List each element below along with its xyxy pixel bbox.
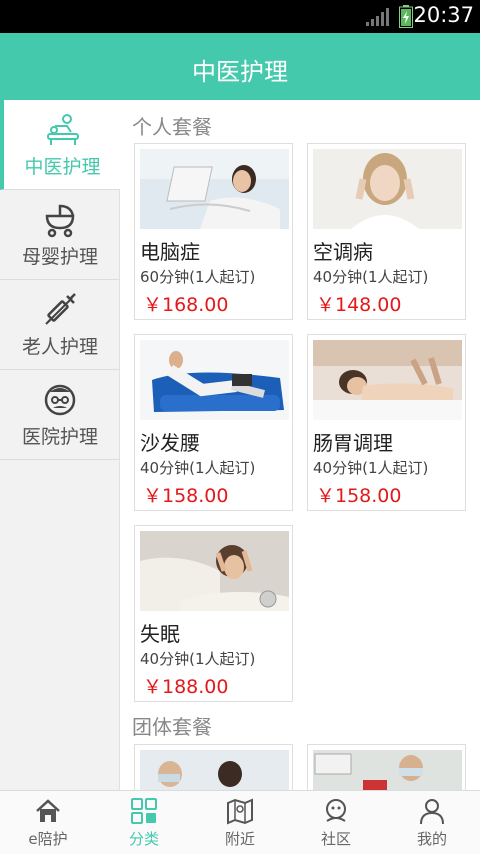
tab-label: e陪护 — [28, 830, 68, 848]
package-duration: 60分钟(1人起订) — [140, 268, 256, 286]
tab-home[interactable]: e陪护 — [0, 791, 96, 855]
page-title: 中医护理 — [192, 58, 288, 86]
grid-icon — [131, 798, 157, 824]
package-duration: 40分钟(1人起订) — [140, 459, 256, 477]
section-title-personal: 个人套餐 — [132, 115, 212, 139]
package-name: 沙发腰 — [140, 431, 200, 455]
tab-community[interactable]: 社区 — [288, 791, 384, 855]
massage-icon — [46, 114, 79, 145]
group-package-card[interactable] — [134, 744, 293, 790]
package-photo — [140, 531, 289, 611]
package-photo — [313, 750, 462, 790]
tab-mine[interactable]: 我的 — [384, 791, 480, 855]
sidebar-item-label: 中医护理 — [24, 156, 101, 178]
package-name: 空调病 — [313, 240, 373, 264]
battery-icon — [399, 5, 413, 28]
status-time: 20:37 — [413, 3, 474, 27]
package-card[interactable]: 失眠 40分钟(1人起订) ￥188.00 — [134, 525, 293, 702]
sidebar-item-label: 老人护理 — [21, 336, 98, 358]
baby-stroller-icon — [45, 204, 75, 238]
tab-nearby[interactable]: 附近 — [192, 791, 288, 855]
package-photo — [140, 149, 289, 229]
package-price: ￥168.00 — [143, 294, 229, 316]
package-duration: 40分钟(1人起订) — [140, 650, 256, 668]
sidebar-item-label: 医院护理 — [21, 426, 98, 448]
tab-label: 分类 — [128, 830, 159, 848]
section-title-group: 团体套餐 — [132, 715, 212, 739]
package-card[interactable]: 沙发腰 40分钟(1人起订) ￥158.00 — [134, 334, 293, 511]
package-card[interactable]: 肠胃调理 40分钟(1人起订) ￥158.00 — [307, 334, 466, 511]
package-card[interactable]: 空调病 40分钟(1人起订) ￥148.00 — [307, 143, 466, 320]
package-name: 肠胃调理 — [313, 431, 393, 455]
home-icon — [36, 799, 60, 822]
sidebar-item-tcm-care[interactable]: 中医护理 — [0, 100, 121, 190]
package-photo — [140, 750, 289, 790]
package-list: 个人套餐 电脑症 60分钟(1人起订) ￥168.00 空调病 40分钟(1人起… — [120, 100, 480, 790]
package-photo — [313, 340, 462, 420]
group-package-card[interactable] — [307, 744, 466, 790]
sidebar-item-label: 母婴护理 — [21, 246, 98, 268]
package-photo — [140, 340, 289, 420]
map-icon — [227, 798, 253, 825]
user-icon — [420, 799, 444, 825]
bottom-tab-bar: e陪护 分类 附近 社区 我的 — [0, 790, 480, 854]
package-price: ￥158.00 — [316, 485, 402, 507]
signal-icon — [366, 8, 389, 26]
tab-category[interactable]: 分类 — [96, 791, 192, 855]
package-duration: 40分钟(1人起订) — [313, 268, 429, 286]
sidebar-item-elderly-care[interactable]: 老人护理 — [0, 280, 120, 370]
category-sidebar: 中医护理 母婴护理 老人护理 医院护理 — [0, 100, 121, 790]
package-price: ￥158.00 — [143, 485, 229, 507]
package-card[interactable]: 电脑症 60分钟(1人起订) ￥168.00 — [134, 143, 293, 320]
package-price: ￥148.00 — [316, 294, 402, 316]
package-name: 失眠 — [140, 622, 180, 646]
tab-label: 社区 — [320, 830, 351, 848]
tab-label: 附近 — [224, 830, 255, 848]
package-duration: 40分钟(1人起订) — [313, 459, 429, 477]
sidebar-item-hospital-care[interactable]: 医院护理 — [0, 370, 120, 460]
sidebar-item-maternal-care[interactable]: 母婴护理 — [0, 190, 120, 280]
app-header: 中医护理 — [0, 33, 480, 100]
doctor-icon — [44, 384, 76, 416]
community-icon — [326, 799, 346, 822]
syringe-icon — [45, 293, 76, 325]
package-name: 电脑症 — [140, 240, 200, 264]
tab-label: 我的 — [416, 830, 447, 848]
status-bar: 20:37 — [0, 0, 480, 33]
package-photo — [313, 149, 462, 229]
package-price: ￥188.00 — [143, 676, 229, 698]
